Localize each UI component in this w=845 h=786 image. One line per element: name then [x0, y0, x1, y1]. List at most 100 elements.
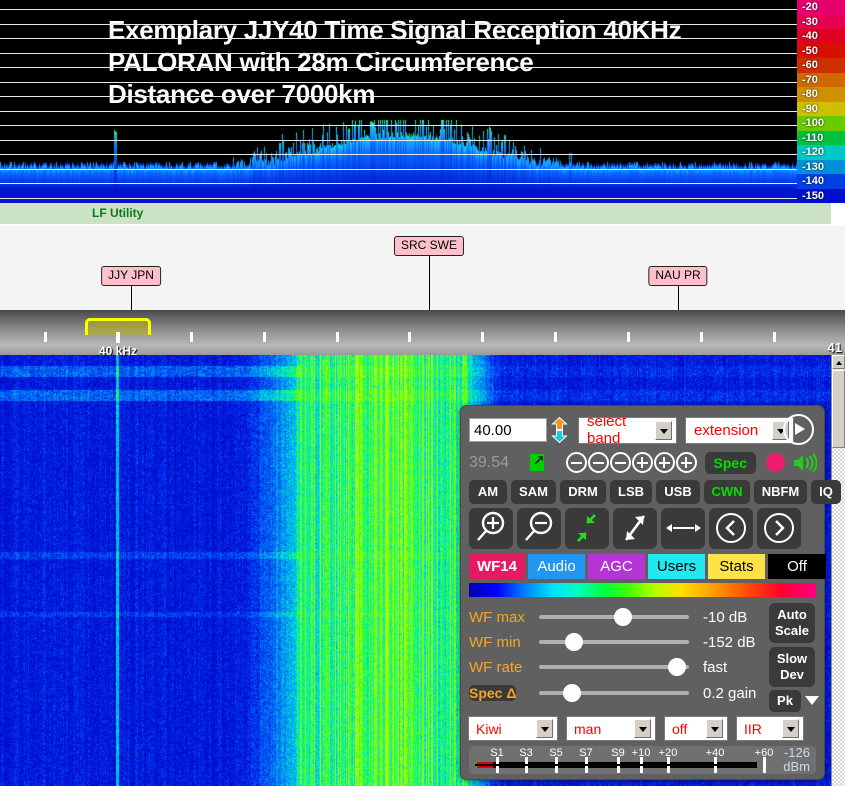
mode-button-cwn[interactable]: CWN [704, 480, 750, 504]
step-down-large-icon[interactable] [565, 452, 587, 473]
frequency-center-label: 40 kHz [98, 344, 138, 355]
band-select-dropdown[interactable]: select band [578, 413, 677, 447]
spec-delta-slider-row: Spec Δ 0.2 gain [469, 681, 769, 705]
mode-button-drm[interactable]: DRM [560, 480, 606, 504]
panel-tab-off[interactable]: Off [768, 554, 826, 579]
spectrum-gridline [0, 168, 797, 170]
panel-tab-agc[interactable]: AGC [588, 554, 645, 579]
spec-gain-value: 0.2 gain [703, 684, 757, 702]
auto-scale-button[interactable]: Auto Scale [769, 603, 815, 643]
mode-button-iq[interactable]: IQ [811, 480, 841, 504]
step-up-medium-icon[interactable] [653, 452, 675, 473]
panel-tab-wf14[interactable]: WF14 [469, 554, 525, 579]
spec-delta-button[interactable]: Spec Δ [469, 684, 517, 701]
s-meter: -126 dBm S1 S3 S5 S7 S9 +10 +20 +40 +60 [469, 746, 816, 774]
zoom-span-icon[interactable] [661, 508, 705, 549]
frequency-scale[interactable]: 40 kHz 41 [0, 310, 845, 355]
peak-button[interactable]: Pk [769, 690, 801, 712]
dx-label-nau-pr[interactable]: NAU PR [648, 266, 708, 286]
panel-tab-audio[interactable]: Audio [528, 554, 585, 579]
frequency-down-icon[interactable] [551, 430, 568, 444]
waterfall-colormap-bar [469, 583, 816, 597]
step-up-small-icon[interactable] [631, 452, 653, 473]
chevron-down-icon[interactable] [706, 719, 723, 738]
step-down-medium-icon[interactable] [587, 452, 609, 473]
frequency-up-icon[interactable] [551, 416, 568, 430]
audio-dropdown-2[interactable]: off [664, 716, 728, 741]
waterfall-vertical-scrollbar[interactable] [831, 355, 845, 786]
frequency-stepper[interactable] [551, 416, 569, 444]
wf-max-label: WF max [469, 608, 525, 626]
scrollbar-thumb[interactable] [832, 370, 845, 448]
slow-dev-button[interactable]: Slow Dev [769, 647, 815, 687]
spec-gain-slider-thumb[interactable] [563, 684, 581, 702]
slow-dev-line2: Dev [780, 667, 804, 682]
zoom-out-icon[interactable] [517, 508, 561, 549]
wf-rate-slider-thumb[interactable] [668, 658, 686, 676]
mode-button-usb[interactable]: USB [656, 480, 700, 504]
audio-dropdown-0[interactable]: Kiwi [468, 716, 558, 741]
band-bar[interactable]: LF Utility [0, 203, 831, 225]
mode-button-am[interactable]: AM [469, 480, 507, 504]
mode-button-sam[interactable]: SAM [511, 480, 556, 504]
chevron-down-icon[interactable] [536, 719, 553, 738]
band-bar-label: LF Utility [92, 206, 144, 220]
wf-rate-value: fast [703, 658, 728, 676]
spectrum-gridline [0, 139, 797, 141]
chevron-down-icon[interactable] [634, 719, 651, 738]
auto-scale-line2: Scale [775, 623, 809, 638]
step-down-small-icon[interactable] [609, 452, 631, 473]
dx-label-src-swe[interactable]: SRC SWE [393, 236, 465, 256]
db-scale-tick: -150 [797, 188, 845, 203]
frequency-tick [44, 332, 47, 342]
db-scale-tick: -20 [797, 0, 845, 15]
audio-dropdown-3[interactable]: IIR [736, 716, 804, 741]
band-select-value: select band [587, 413, 627, 447]
speaker-icon[interactable] [793, 452, 818, 473]
step-right-icon[interactable] [757, 508, 801, 549]
panel-tab-stats[interactable]: Stats [708, 554, 765, 579]
frequency-tick [554, 332, 557, 342]
spectrum-display[interactable]: Exemplary JJY40 Time Signal Reception 40… [0, 0, 845, 203]
spectrum-gridline [0, 38, 797, 39]
step-left-icon[interactable] [709, 508, 753, 549]
spec-toggle-button[interactable]: Spec [704, 451, 757, 474]
max-zoom-out-icon[interactable] [613, 508, 657, 549]
chevron-down-icon[interactable] [655, 420, 672, 440]
frequency-right-label: 41 [827, 340, 842, 355]
dx-label-stem [131, 286, 132, 310]
mode-button-row: AM SAM DRM LSB USB CWN NBFM IQ [469, 480, 841, 504]
panel-tab-users[interactable]: Users [648, 554, 705, 579]
wf-rate-label: WF rate [469, 658, 523, 676]
wf-max-slider[interactable] [539, 608, 689, 626]
zoom-in-icon[interactable] [469, 508, 513, 549]
spectrum-gridline [0, 183, 797, 184]
dx-label-jjy-jpn[interactable]: JJY JPN [101, 266, 161, 286]
extension-select-dropdown[interactable]: extension [685, 416, 794, 444]
chevron-down-icon[interactable] [782, 719, 799, 738]
spectrum-gridline [0, 197, 797, 199]
spectrum-gridline [0, 9, 797, 10]
zoom-to-selection-icon[interactable] [565, 508, 609, 549]
wf-min-slider-thumb[interactable] [564, 633, 583, 651]
open-external-icon[interactable] [530, 451, 544, 471]
step-up-large-icon[interactable] [675, 452, 697, 473]
dx-label-area[interactable]: JJY JPN SRC SWE NAU PR [0, 226, 845, 310]
spectrum-gridline [0, 67, 797, 68]
mode-button-nbfm[interactable]: NBFM [754, 480, 807, 504]
audio-dropdown-1[interactable]: man [566, 716, 656, 741]
scroll-up-button[interactable] [832, 355, 845, 369]
record-button[interactable] [766, 453, 786, 472]
wf-max-slider-thumb[interactable] [614, 608, 632, 626]
chevron-down-icon[interactable] [805, 696, 819, 705]
play-button[interactable] [783, 414, 814, 445]
frequency-input[interactable] [469, 418, 547, 442]
spectrum-gridline [0, 125, 797, 126]
wf-min-slider-row: WF min -152 dB [469, 630, 769, 654]
spec-gain-slider[interactable] [539, 684, 689, 702]
mode-button-lsb[interactable]: LSB [610, 480, 652, 504]
wf-min-slider[interactable] [539, 633, 689, 651]
frequency-row: select band extension [469, 413, 817, 447]
spectrum-gridline [0, 23, 797, 25]
wf-rate-slider[interactable] [539, 658, 689, 676]
